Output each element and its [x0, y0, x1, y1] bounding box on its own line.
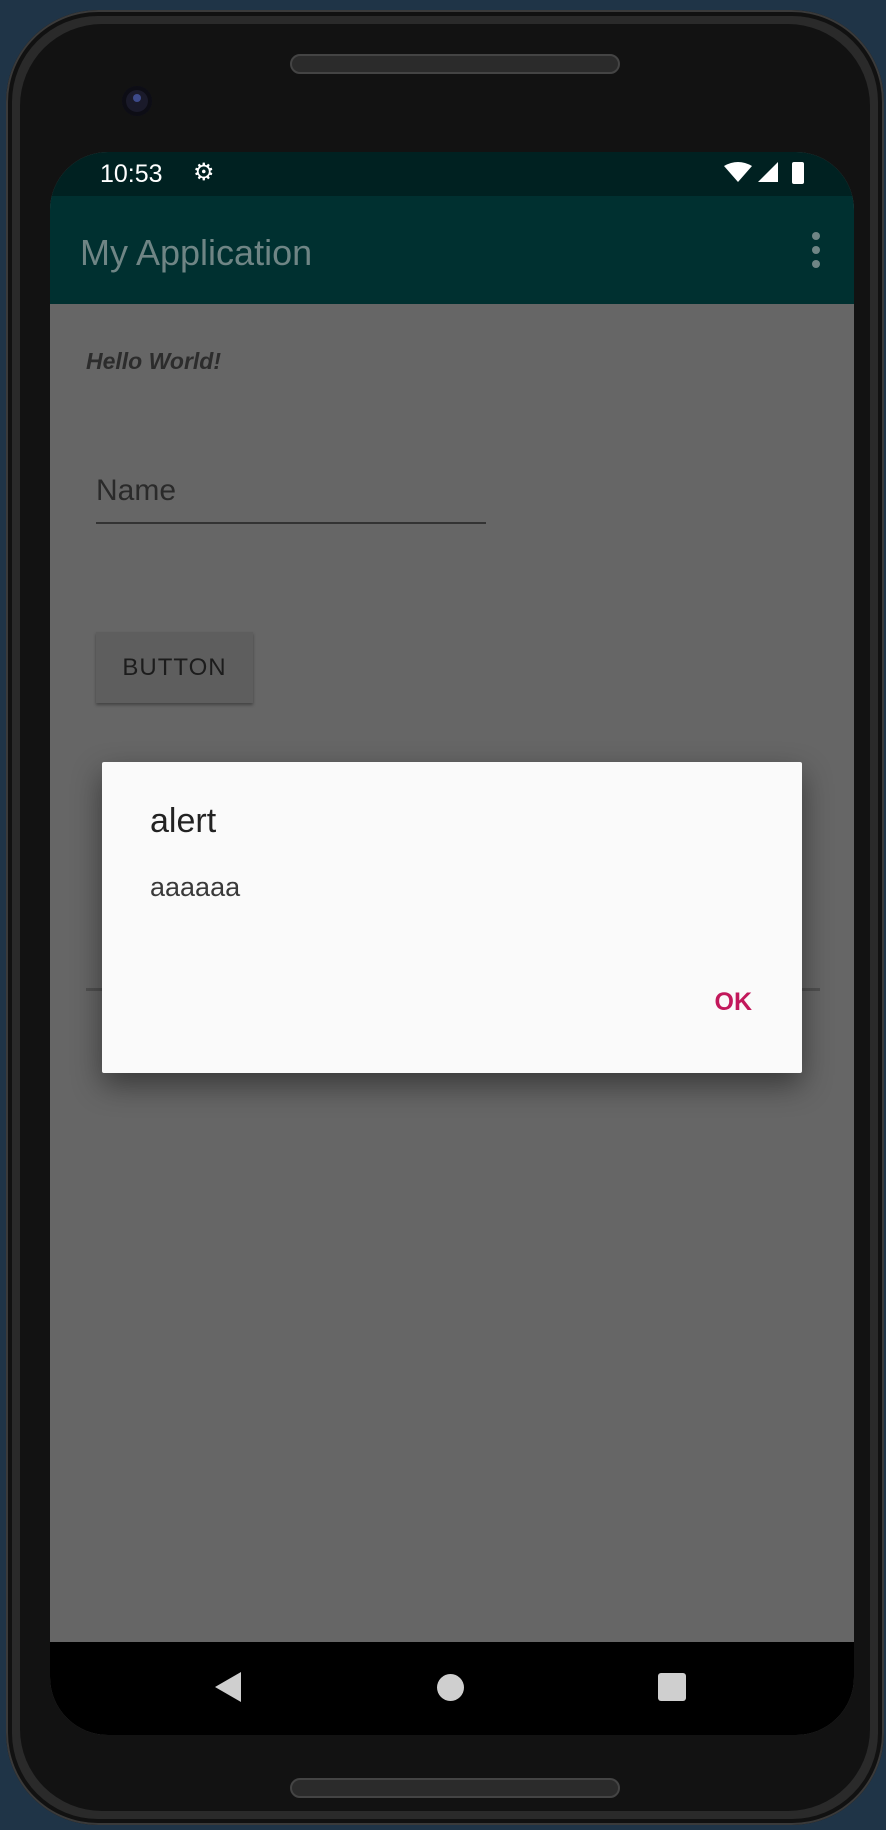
- gear-icon: ⚙: [193, 159, 215, 186]
- recents-square-icon[interactable]: [658, 1673, 686, 1701]
- home-circle-icon[interactable]: [437, 1674, 464, 1701]
- name-field-placeholder: Name: [96, 474, 177, 507]
- main-button[interactable]: BUTTON: [96, 632, 253, 703]
- battery-icon: [792, 162, 804, 184]
- dialog-message: aaaaaa: [150, 872, 241, 902]
- phone-frame: 10:53 ⚙ My Application Hello World! Name…: [6, 10, 884, 1825]
- front-camera: [122, 86, 152, 116]
- more-vert-icon[interactable]: [810, 232, 822, 272]
- name-field[interactable]: Name: [96, 470, 486, 524]
- wifi-icon: [724, 162, 752, 182]
- signal-icon: [758, 162, 778, 182]
- dialog-ok-button[interactable]: OK: [715, 988, 753, 1017]
- navigation-bar: [50, 1642, 854, 1735]
- dialog-title: alert: [150, 802, 217, 840]
- status-time: 10:53: [100, 160, 163, 188]
- status-icons: [724, 162, 804, 184]
- hello-text: Hello World!: [86, 348, 222, 374]
- app-title: My Application: [80, 232, 313, 273]
- bottom-speaker: [290, 1778, 620, 1798]
- status-bar: 10:53 ⚙: [50, 152, 854, 196]
- device-screen: 10:53 ⚙ My Application Hello World! Name…: [50, 152, 854, 1735]
- back-triangle-icon[interactable]: [215, 1672, 241, 1702]
- alert-dialog: alert aaaaaa OK: [102, 762, 802, 1073]
- top-speaker: [290, 54, 620, 74]
- app-bar: My Application: [50, 196, 854, 304]
